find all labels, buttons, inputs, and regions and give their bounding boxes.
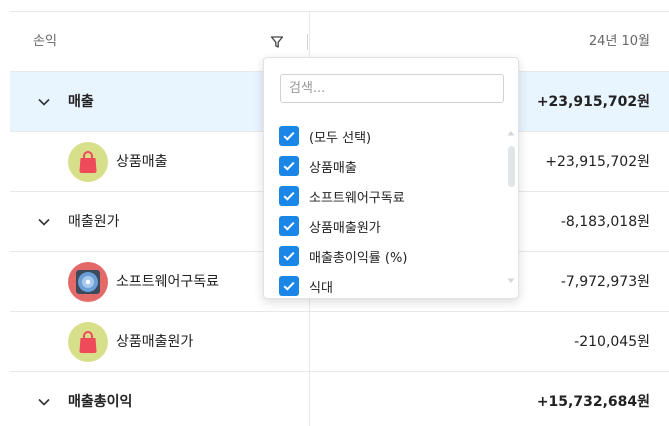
table-row[interactable]: 매출총이익 +15,732,684원: [10, 372, 669, 426]
checkmark-icon: [283, 221, 295, 231]
filter-option-label: 식대: [309, 280, 333, 296]
filter-funnel-icon: [270, 36, 284, 48]
filter-option-label: 상품매출원가: [309, 220, 381, 236]
filter-option-list: (모두 선택) 상품매출 소프트웨어구독료 상품매출원가 매출총이익률 (%): [264, 121, 504, 296]
row-label: 매출총이익: [68, 394, 133, 410]
row-value: +23,915,702원: [536, 94, 650, 110]
period-column-header: 24년 10월: [588, 34, 650, 49]
chevron-down-icon: [38, 98, 50, 106]
expand-toggle[interactable]: [34, 212, 54, 232]
avatar: [68, 142, 108, 182]
checkbox[interactable]: [279, 276, 299, 296]
checkbox[interactable]: [279, 126, 299, 146]
avatar: [68, 262, 108, 302]
checkmark-icon: [283, 131, 295, 141]
filter-option-label: (모두 선택): [309, 130, 372, 146]
row-value: +23,915,702원: [545, 154, 650, 170]
disc-icon: [76, 270, 100, 294]
filter-option[interactable]: 상품매출원가: [279, 211, 381, 241]
scroll-up-arrow-icon[interactable]: [507, 130, 515, 136]
checkmark-icon: [283, 251, 295, 261]
filter-button[interactable]: [267, 32, 287, 52]
row-label: 상품매출원가: [116, 334, 194, 350]
row-value: +15,732,684원: [536, 394, 650, 410]
chevron-down-icon: [38, 218, 50, 226]
expand-toggle[interactable]: [34, 392, 54, 412]
row-label: 소프트웨어구독료: [116, 274, 220, 290]
filter-option[interactable]: 매출총이익률 (%): [279, 241, 407, 271]
checkbox[interactable]: [279, 216, 299, 236]
checkbox[interactable]: [279, 186, 299, 206]
scroll-down-arrow-icon[interactable]: [507, 278, 515, 284]
checkmark-icon: [283, 161, 295, 171]
checkmark-icon: [283, 191, 295, 201]
shopping-bag-icon: [79, 151, 97, 173]
filter-option[interactable]: 소프트웨어구독료: [279, 181, 405, 211]
row-label: 상품매출: [116, 154, 168, 170]
filter-option-label: 소프트웨어구독료: [309, 190, 405, 206]
checkmark-icon: [283, 281, 295, 291]
table-row[interactable]: 상품매출원가 -210,045원: [10, 312, 669, 372]
filter-search-input[interactable]: [280, 74, 504, 103]
column-header-label: 손익: [33, 34, 57, 49]
filter-option-label: 상품매출: [309, 160, 357, 176]
expand-toggle[interactable]: [34, 92, 54, 112]
filter-option-select-all[interactable]: (모두 선택): [279, 121, 371, 151]
row-label: 매출: [68, 94, 94, 110]
checkbox[interactable]: [279, 246, 299, 266]
filter-option[interactable]: 상품매출: [279, 151, 357, 181]
shopping-bag-icon: [79, 331, 97, 353]
chevron-down-icon: [38, 398, 50, 406]
avatar: [68, 322, 108, 362]
filter-option[interactable]: 식대: [279, 271, 333, 296]
row-value: -8,183,018원: [560, 214, 650, 230]
row-label: 매출원가: [68, 214, 120, 230]
column-resize-handle[interactable]: [307, 34, 308, 50]
scrollbar-thumb[interactable]: [508, 146, 515, 187]
filter-option-label: 매출총이익률 (%): [309, 250, 408, 266]
checkbox[interactable]: [279, 156, 299, 176]
row-value: -7,972,973원: [560, 274, 650, 290]
filter-dropdown: (모두 선택) 상품매출 소프트웨어구독료 상품매출원가 매출총이익률 (%): [263, 57, 519, 299]
row-value: -210,045원: [574, 334, 650, 350]
